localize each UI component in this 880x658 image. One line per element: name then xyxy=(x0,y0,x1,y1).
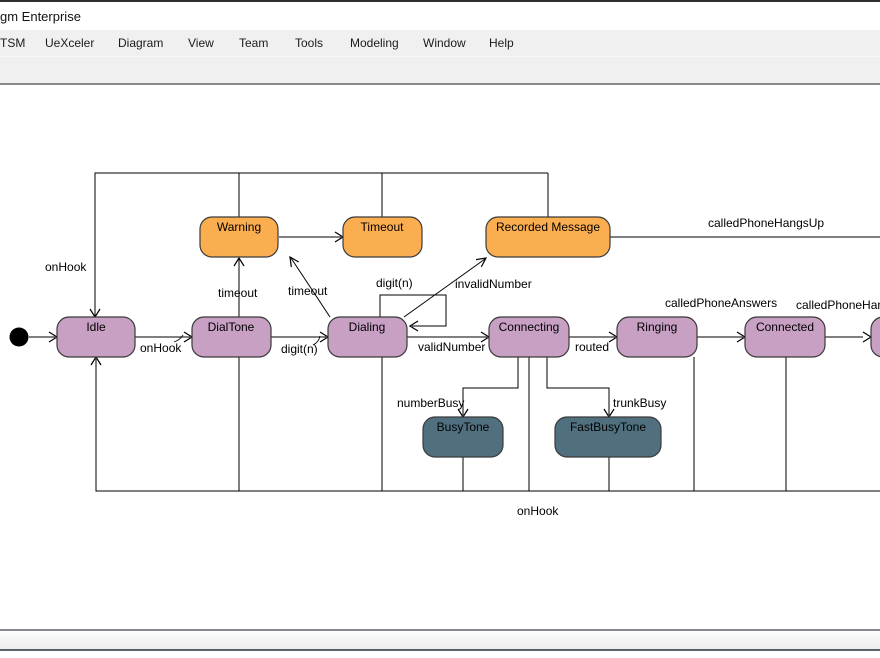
state-label: Ringing xyxy=(637,320,678,334)
transition-recorded-to-right[interactable]: calledPhoneHangsUp xyxy=(610,216,880,237)
transition-label[interactable]: validNumber xyxy=(418,340,485,354)
transition-label[interactable]: onHook xyxy=(140,341,182,355)
state-shape[interactable] xyxy=(871,317,880,357)
transition-label[interactable]: onHook xyxy=(45,260,87,274)
state-label: Connecting xyxy=(499,320,560,334)
state-connected[interactable]: Connected xyxy=(745,317,825,357)
transition-label[interactable]: digit(n) xyxy=(281,342,318,356)
state-label: BusyTone xyxy=(437,420,490,434)
transition-label[interactable]: calledPhoneHangsUp xyxy=(796,298,880,312)
transition-connecting-to-busytone[interactable]: numberBusy xyxy=(397,357,518,417)
state-label: Connected xyxy=(756,320,814,334)
initial-state-dot[interactable] xyxy=(10,328,29,347)
transition-idle-to-dialtone[interactable]: onHook xyxy=(135,332,192,355)
transition-connecting-to-fastbusy[interactable]: trunkBusy xyxy=(547,357,666,417)
state-busytone[interactable]: BusyTone xyxy=(423,417,503,457)
state-dialtone[interactable]: DialTone xyxy=(192,317,271,357)
state-label: Idle xyxy=(86,320,106,334)
state-label: Timeout xyxy=(361,220,405,234)
state-clipped-right[interactable] xyxy=(871,317,880,357)
transition-label[interactable]: digit(n) xyxy=(376,276,413,290)
transition-dialing-to-warning[interactable]: timeout xyxy=(288,257,330,317)
state-idle[interactable]: Idle xyxy=(57,317,135,357)
transition-label[interactable]: timeout xyxy=(218,286,258,300)
state-label: Warning xyxy=(217,220,261,234)
state-recorded-message[interactable]: Recorded Message xyxy=(486,217,610,257)
state-timeout[interactable]: Timeout xyxy=(343,217,422,257)
state-label: Recorded Message xyxy=(496,220,600,234)
state-dialing[interactable]: Dialing xyxy=(328,317,407,357)
transition-dialtone-to-dialing[interactable]: digit(n) xyxy=(271,332,328,356)
transition-dialing-to-connecting[interactable]: validNumber xyxy=(407,332,489,354)
state-label: FastBusyTone xyxy=(570,420,646,434)
transition-line[interactable] xyxy=(547,357,609,415)
state-warning[interactable]: Warning xyxy=(200,217,278,257)
transition-dialing-to-recorded[interactable]: invalidNumber xyxy=(404,258,532,317)
state-label: DialTone xyxy=(208,320,255,334)
bottom-status-bar xyxy=(0,629,880,651)
state-machine-diagram: onHook onHook digit(n) validNumber route… xyxy=(0,0,880,658)
transition-label[interactable]: numberBusy xyxy=(397,396,464,410)
transition-label[interactable]: calledPhoneAnswers xyxy=(665,296,777,310)
initial-state[interactable] xyxy=(10,328,29,347)
state-fastbusytone[interactable]: FastBusyTone xyxy=(555,417,661,457)
transition-label[interactable]: trunkBusy xyxy=(613,396,666,410)
transition-label[interactable]: onHook xyxy=(517,504,559,518)
transition-label[interactable]: calledPhoneHangsUp xyxy=(708,216,824,230)
transition-warning-to-timeout[interactable] xyxy=(279,232,343,242)
transition-line[interactable] xyxy=(463,357,518,415)
transition-initial-to-idle[interactable] xyxy=(29,332,57,342)
state-connecting[interactable]: Connecting xyxy=(489,317,569,357)
arrowhead-icon xyxy=(863,332,871,342)
transition-label[interactable]: timeout xyxy=(288,284,328,298)
state-label: Dialing xyxy=(349,320,386,334)
state-ringing[interactable]: Ringing xyxy=(617,317,697,357)
transition-label[interactable]: routed xyxy=(575,340,609,354)
transition-dialtone-to-warning[interactable]: timeout xyxy=(218,258,258,317)
transition-label[interactable]: invalidNumber xyxy=(455,277,532,291)
transition-connecting-to-ringing[interactable]: routed xyxy=(569,332,617,354)
